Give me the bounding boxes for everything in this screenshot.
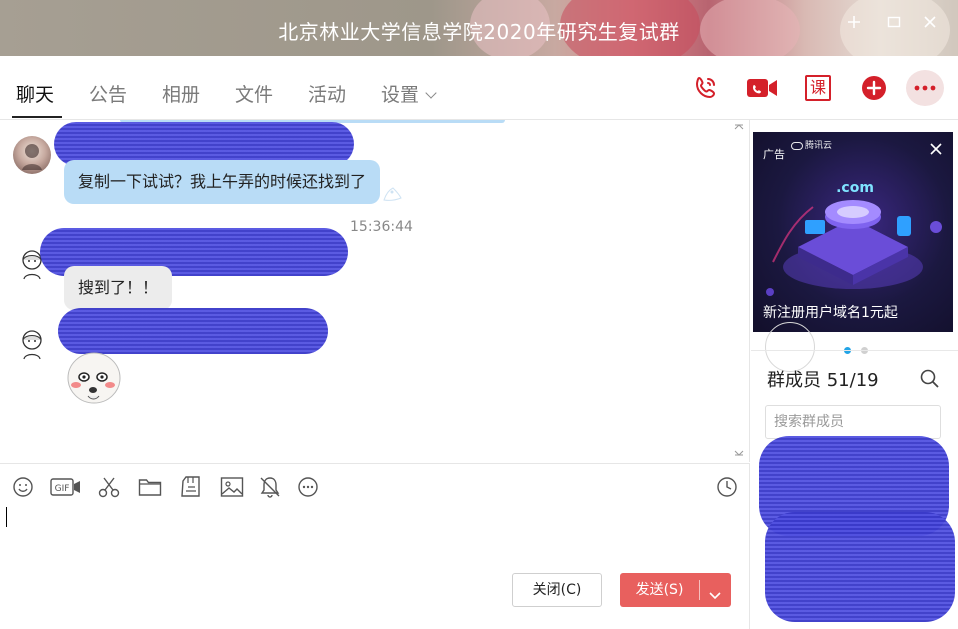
gif-icon-label: GIF <box>55 484 70 494</box>
send-button-label: 发送(S) <box>635 582 684 598</box>
message-bubble[interactable]: 复制一下试试？我上午弄的时候还找到了 <box>64 160 381 204</box>
group-sidebar: 广告 腾讯云 .com 新注册用户域名1元起 群成员 51/19 <box>751 120 958 629</box>
title-bar: 北京林业大学信息学院2020年研究生复试群 <box>0 0 958 56</box>
loading-ring <box>765 322 815 372</box>
maximize-icon[interactable] <box>886 14 902 36</box>
member-search-input[interactable] <box>765 405 941 439</box>
send-button-divider <box>699 580 700 600</box>
bubble-decoration-icon <box>383 187 402 201</box>
active-tab-indicator <box>12 116 62 118</box>
image-icon[interactable] <box>219 474 245 500</box>
chevron-down-icon <box>425 87 437 99</box>
message-input[interactable] <box>4 504 744 564</box>
tab-chat[interactable]: 聊天 <box>16 80 54 107</box>
redacted-member-list <box>765 512 955 622</box>
message-bubble[interactable]: 搜到了！！ <box>64 266 173 310</box>
tab-album[interactable]: 相册 <box>162 80 200 107</box>
voice-call-icon[interactable] <box>690 72 722 104</box>
ad-banner[interactable]: 广告 腾讯云 .com 新注册用户域名1元起 <box>753 132 953 332</box>
add-app-icon[interactable] <box>858 72 890 104</box>
ad-graphic-text: .com <box>836 180 874 196</box>
send-button[interactable]: 发送(S) <box>620 573 731 607</box>
ad-carousel-indicator[interactable] <box>844 339 878 358</box>
tab-settings[interactable]: 设置 <box>381 80 437 107</box>
tab-announcement[interactable]: 公告 <box>89 80 127 107</box>
chat-history[interactable]: 复制一下试试？我上午弄的时候还找到了 15:36:44 搜到了！！ <box>0 120 750 462</box>
close-window-icon[interactable] <box>922 14 938 36</box>
emoji-icon[interactable] <box>10 474 36 500</box>
history-clock-icon[interactable] <box>714 474 740 500</box>
tab-activities[interactable]: 活动 <box>308 80 346 107</box>
folder-icon[interactable] <box>137 474 163 500</box>
window-title: 北京林业大学信息学院2020年研究生复试群 <box>278 20 680 44</box>
ad-caption: 新注册用户域名1元起 <box>763 305 898 321</box>
avatar[interactable] <box>13 324 51 362</box>
close-button[interactable]: 关闭(C) <box>512 573 602 607</box>
pin-icon[interactable] <box>846 14 862 36</box>
video-call-icon[interactable] <box>746 72 778 104</box>
tab-bar: 聊天 公告 相册 文件 活动 设置 课 <box>0 56 958 120</box>
more-tools-icon[interactable] <box>295 474 321 500</box>
document-icon[interactable] <box>178 474 204 500</box>
more-options-icon[interactable] <box>906 70 944 106</box>
sticker-image[interactable] <box>62 348 128 412</box>
send-options-chevron-icon[interactable] <box>707 582 723 600</box>
scroll-up-icon[interactable] <box>734 124 744 130</box>
scroll-down-icon[interactable] <box>734 450 744 456</box>
divider <box>751 350 958 351</box>
members-count-title: 群成员 51/19 <box>767 370 879 391</box>
screenshot-scissors-icon[interactable] <box>96 474 122 500</box>
gif-icon[interactable]: GIF <box>50 474 82 500</box>
message-composer: GIF 关闭(C) 发送(S) <box>0 463 750 629</box>
course-icon-label: 课 <box>805 75 831 101</box>
mute-notification-icon[interactable] <box>257 474 283 500</box>
message-timestamp: 15:36:44 <box>350 219 413 235</box>
search-icon[interactable] <box>919 368 941 390</box>
avatar[interactable] <box>13 136 51 174</box>
course-icon[interactable]: 课 <box>802 72 834 104</box>
tab-files[interactable]: 文件 <box>235 80 273 107</box>
tab-settings-label: 设置 <box>381 84 420 106</box>
